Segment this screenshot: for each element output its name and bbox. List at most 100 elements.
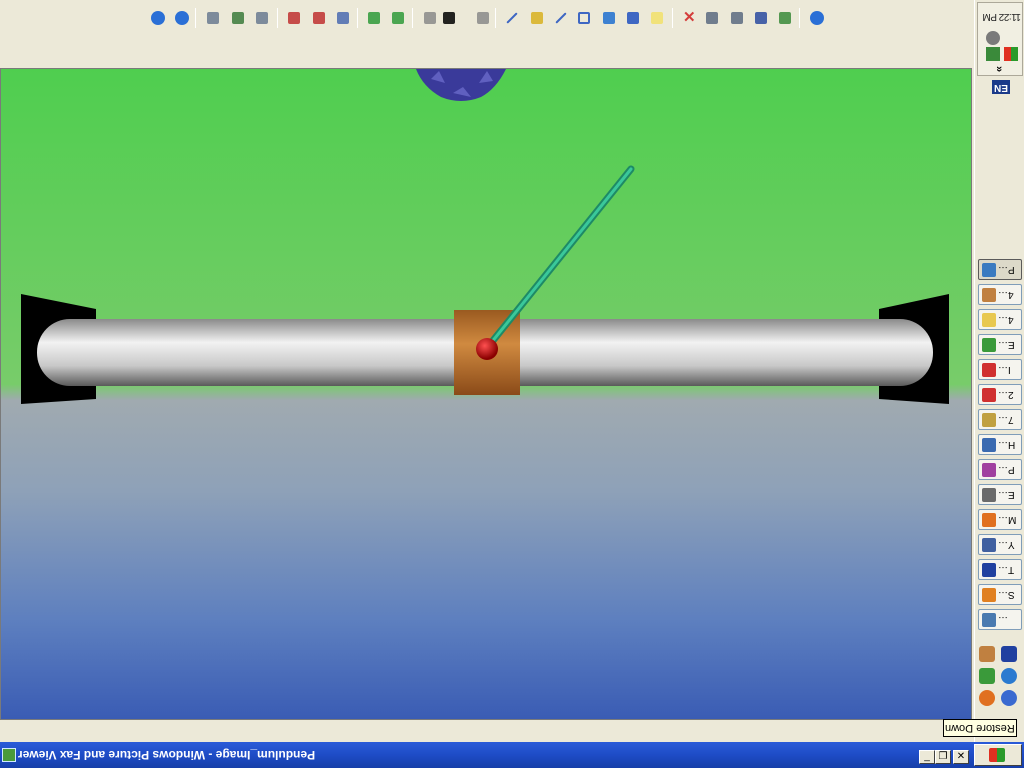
previous-icon: [151, 11, 165, 25]
prev-page-icon: [424, 12, 436, 24]
acrobat-icon: [982, 362, 996, 377]
tray-expand-button[interactable]: »: [993, 66, 1005, 72]
language-indicator[interactable]: EN: [992, 80, 1010, 94]
start-button[interactable]: [974, 744, 1022, 766]
save-disk-icon[interactable]: [1001, 646, 1017, 662]
tools-icon[interactable]: [979, 646, 995, 662]
toolbar-separator: [799, 8, 800, 28]
taskbar-button[interactable]: 4…: [978, 284, 1022, 305]
freehand-annotation-button[interactable]: [503, 9, 521, 27]
help-button[interactable]: [808, 9, 826, 27]
taskbar-button-label: H…: [998, 439, 1016, 450]
ie-icon[interactable]: [1001, 668, 1017, 684]
frame-button[interactable]: [575, 9, 593, 27]
note-button[interactable]: [648, 9, 666, 27]
taskbar-button[interactable]: E…: [978, 334, 1022, 355]
help-icon: [810, 11, 824, 25]
straight-line-button[interactable]: [552, 9, 570, 27]
toolbar-separator: [195, 8, 196, 28]
save-button[interactable]: [752, 9, 770, 27]
save-icon: [755, 12, 767, 24]
rotate-counterclockwise-button[interactable]: [389, 9, 407, 27]
page-number-button[interactable]: [440, 9, 458, 27]
rotate-clockwise-button[interactable]: [365, 9, 383, 27]
toolbar-separator: [495, 8, 496, 28]
next-page-button[interactable]: [474, 9, 492, 27]
taskbar-button-label: 4…: [998, 314, 1014, 325]
taskbar-button[interactable]: …: [978, 609, 1022, 630]
taskbar-button[interactable]: T…: [978, 559, 1022, 580]
toolbar-separator: [277, 8, 278, 28]
delete-button[interactable]: ✕: [680, 9, 698, 27]
best-fit-icon: [207, 12, 219, 24]
taskbar-button-label: E…: [998, 489, 1015, 500]
globe-icon[interactable]: [1001, 690, 1017, 706]
taskbar-button[interactable]: M…: [978, 509, 1022, 530]
taskbar-button-label: …: [998, 614, 1008, 625]
filled-rectangle-button[interactable]: [600, 9, 618, 27]
zoom-in-icon: [288, 12, 300, 24]
taskbar-button[interactable]: 7…: [978, 409, 1022, 430]
toolbar-separator: [412, 8, 413, 28]
taskbar-button-label: T…: [998, 564, 1015, 575]
taskbar-button-label: P…: [998, 464, 1015, 475]
zoom-out-button[interactable]: [310, 9, 328, 27]
rotate-cw-icon: [368, 12, 380, 24]
window-title-bar[interactable]: Pendulum_Image - Windows Picture and Fax…: [0, 742, 1024, 768]
app-icon: [982, 537, 996, 552]
next-image-button[interactable]: [173, 9, 191, 27]
picture-viewer-icon[interactable]: [2, 748, 16, 762]
windows-flag-icon[interactable]: [1004, 47, 1018, 61]
pivot-ball: [476, 338, 498, 360]
taskbar-button[interactable]: S…: [978, 584, 1022, 605]
restore-button[interactable]: ❐: [935, 750, 951, 764]
next-icon: [175, 11, 189, 25]
magnifier-button[interactable]: [334, 9, 352, 27]
rotate-ccw-icon: [392, 12, 404, 24]
previous-image-button[interactable]: [149, 9, 167, 27]
close-button[interactable]: ✕: [953, 750, 969, 764]
viewer-toolbar: ✕: [0, 0, 974, 68]
taskbar-button-label: M…: [998, 514, 1017, 525]
minimize-button[interactable]: _: [919, 750, 935, 764]
zoom-in-button[interactable]: [285, 9, 303, 27]
taskbar-button[interactable]: 2…: [978, 384, 1022, 405]
actual-size-icon: [232, 12, 244, 24]
rectangle-icon: [578, 12, 590, 24]
window-icon: [982, 437, 996, 452]
gear-shape: [416, 69, 506, 101]
taskbar-button[interactable]: H…: [978, 434, 1022, 455]
taskbar-button[interactable]: P…: [978, 459, 1022, 480]
text-annotation-button[interactable]: [624, 9, 642, 27]
taskbar-button[interactable]: I…: [978, 359, 1022, 380]
edit-button[interactable]: [776, 9, 794, 27]
network-icon[interactable]: [986, 47, 1000, 61]
best-fit-button[interactable]: [204, 9, 222, 27]
highlighter-icon: [531, 12, 543, 24]
filled-rectangle-icon: [603, 12, 615, 24]
actual-size-button[interactable]: [229, 9, 247, 27]
restore-down-tooltip: Restore Down: [943, 719, 1017, 737]
zoom-out-icon: [313, 12, 325, 24]
speaker-icon[interactable]: [986, 31, 1000, 45]
taskbar-button-label: 7…: [998, 414, 1014, 425]
tool-icon: [982, 612, 996, 627]
previous-page-button[interactable]: [421, 9, 439, 27]
image-viewer-canvas[interactable]: [0, 68, 972, 720]
excel-icon[interactable]: [979, 668, 995, 684]
magnifier-icon: [337, 12, 349, 24]
taskbar-button[interactable]: E…: [978, 484, 1022, 505]
highlighter-button[interactable]: [528, 9, 546, 27]
copy-to-button[interactable]: [728, 9, 746, 27]
print-button[interactable]: [703, 9, 721, 27]
slideshow-button[interactable]: [253, 9, 271, 27]
print-icon: [706, 12, 718, 24]
slideshow-icon: [256, 12, 268, 24]
taskbar-button-label: 2…: [998, 389, 1014, 400]
firefox-icon[interactable]: [979, 690, 995, 706]
taskbar-button[interactable]: Y…: [978, 534, 1022, 555]
taskbar-button-label: E…: [998, 339, 1015, 350]
taskbar-button[interactable]: 4…: [978, 309, 1022, 330]
taskbar-button[interactable]: P…: [978, 259, 1022, 280]
taskbar-button-label: 4…: [998, 289, 1014, 300]
